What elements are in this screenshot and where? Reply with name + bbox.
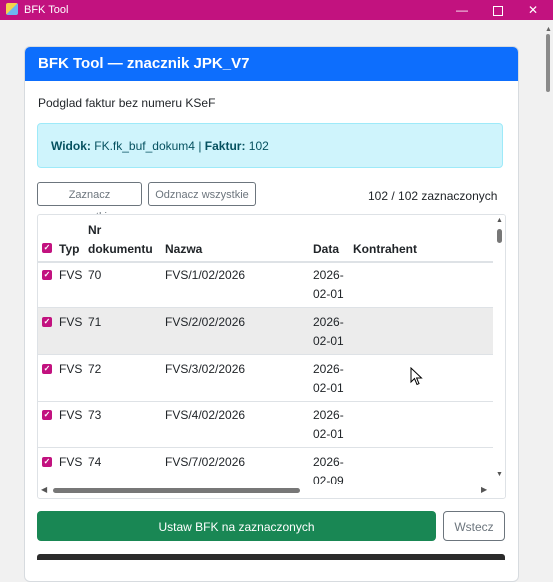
scroll-right-icon[interactable]: ▶: [481, 485, 487, 494]
select-all-checkbox-icon[interactable]: ✓: [42, 243, 52, 253]
selected-count: 102 / 102 zaznaczonych: [368, 189, 498, 203]
col-number-line1: Nr: [88, 223, 102, 237]
mouse-cursor-icon: [410, 367, 423, 386]
row-checkbox-icon[interactable]: ✓: [42, 457, 52, 467]
main-card: BFK Tool — znacznik JPK_V7 Podglad faktu…: [24, 46, 519, 582]
row-name: FVS/7/02/2026: [165, 455, 246, 469]
col-name: Nazwa: [165, 242, 203, 256]
row-date: 2026- 02-01: [313, 266, 344, 304]
row-date: 2026- 02-01: [313, 313, 344, 351]
view-value: FK.fk_buf_dokum4: [94, 139, 195, 153]
col-type: Typ: [59, 242, 80, 256]
window-client: ▲ BFK Tool — znacznik JPK_V7 Podglad fak…: [0, 20, 553, 582]
row-date-year: 2026-: [313, 408, 344, 422]
maximize-icon: [493, 5, 503, 16]
back-button[interactable]: Wstecz: [443, 511, 505, 541]
table-header: ✓ Typ Nr dokumentu Nazwa Data Kontrahent: [38, 215, 493, 263]
row-date: 2026- 02-01: [313, 406, 344, 444]
row-date: 2026- 02-01: [313, 360, 344, 398]
window-title: BFK Tool: [24, 4, 69, 16]
row-date-day: 02-01: [313, 287, 344, 301]
row-number: 71: [88, 315, 102, 329]
row-date-year: 2026-: [313, 362, 344, 376]
table-row[interactable]: ✓ FVS 73 FVS/4/02/2026 2026- 02-01: [38, 401, 493, 448]
alert-separator: |: [198, 139, 202, 153]
table-row[interactable]: ✓ FVS 71 FVS/2/02/2026 2026- 02-01: [38, 308, 493, 355]
page-subtitle: Podglad faktur bez numeru KSeF: [38, 96, 216, 110]
row-type: FVS: [59, 268, 83, 282]
minimize-button[interactable]: —: [442, 0, 482, 20]
table-hscroll-thumb[interactable]: [53, 488, 300, 493]
table-row[interactable]: ✓ FVS 70 FVS/1/02/2026 2026- 02-01: [38, 261, 493, 308]
table-vertical-scrollbar[interactable]: ▲ ▼: [493, 215, 505, 483]
row-type: FVS: [59, 362, 83, 376]
row-checkbox-icon[interactable]: ✓: [42, 270, 52, 280]
col-contractor: Kontrahent: [353, 242, 417, 256]
select-all-button[interactable]: Zaznacz wszystkie: [37, 182, 142, 223]
app-icon: [6, 3, 18, 15]
deselect-all-button[interactable]: Odznacz wszystkie: [148, 182, 256, 206]
row-checkbox-icon[interactable]: ✓: [42, 410, 52, 420]
maximize-button[interactable]: [478, 0, 518, 20]
row-number: 74: [88, 455, 102, 469]
table-scroll-thumb[interactable]: [497, 229, 502, 243]
footer-bar: [37, 554, 505, 560]
scroll-down-icon[interactable]: ▼: [496, 471, 503, 478]
row-number: 73: [88, 408, 102, 422]
scroll-left-icon[interactable]: ◀: [41, 485, 47, 494]
row-date-year: 2026-: [313, 268, 344, 282]
row-checkbox-icon[interactable]: ✓: [42, 317, 52, 327]
table-horizontal-scrollbar[interactable]: ◀ ▶: [38, 484, 505, 497]
row-name: FVS/3/02/2026: [165, 362, 246, 376]
col-date: Data: [313, 242, 340, 256]
window-scroll-thumb[interactable]: [546, 34, 550, 92]
invoice-table: ✓ Typ Nr dokumentu Nazwa Data Kontrahent…: [37, 214, 506, 499]
row-name: FVS/1/02/2026: [165, 268, 246, 282]
close-button[interactable]: ✕: [513, 0, 553, 20]
row-date-day: 02-01: [313, 381, 344, 395]
row-type: FVS: [59, 315, 83, 329]
apply-bfk-button[interactable]: Ustaw BFK na zaznaczonych: [37, 511, 436, 541]
row-type: FVS: [59, 455, 83, 469]
view-label: Widok:: [51, 139, 91, 153]
window-scrollbar[interactable]: ▲: [543, 20, 553, 560]
window-titlebar: BFK Tool — ✕: [0, 0, 553, 20]
card-header: BFK Tool — znacznik JPK_V7: [25, 47, 518, 81]
row-date-year: 2026-: [313, 455, 344, 469]
row-date-day: 02-01: [313, 427, 344, 441]
scroll-up-icon[interactable]: ▲: [545, 26, 552, 33]
table-row[interactable]: ✓ FVS 72 FVS/3/02/2026 2026- 02-01: [38, 355, 493, 402]
invoices-label: Faktur:: [204, 139, 246, 153]
scroll-up-icon[interactable]: ▲: [496, 217, 503, 224]
col-number-line2: dokumentu: [88, 242, 153, 256]
row-name: FVS/4/02/2026: [165, 408, 246, 422]
invoices-value: 102: [248, 139, 269, 153]
row-number: 70: [88, 268, 102, 282]
row-name: FVS/2/02/2026: [165, 315, 246, 329]
row-number: 72: [88, 362, 102, 376]
info-alert: Widok: FK.fk_buf_dokum4 | Faktur: 102: [37, 123, 503, 168]
row-date-day: 02-01: [313, 334, 344, 348]
row-type: FVS: [59, 408, 83, 422]
row-date-year: 2026-: [313, 315, 344, 329]
row-checkbox-icon[interactable]: ✓: [42, 364, 52, 374]
